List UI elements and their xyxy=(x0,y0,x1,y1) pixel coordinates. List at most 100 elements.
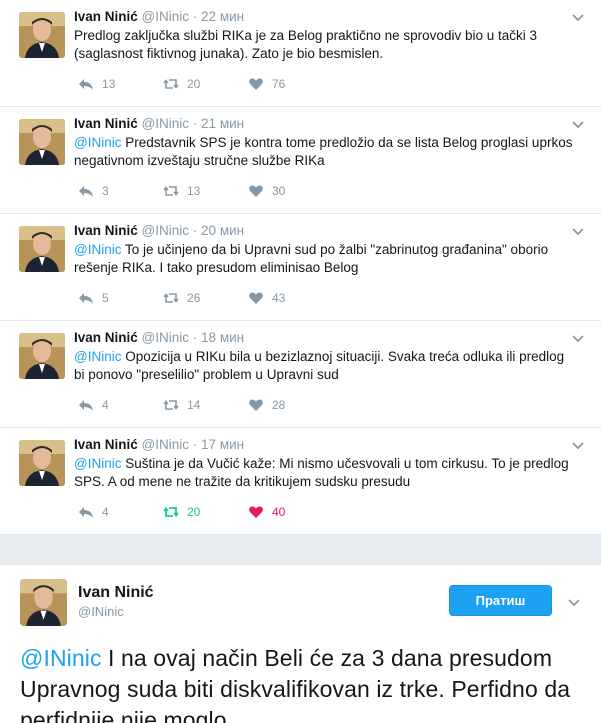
separator: · xyxy=(192,9,198,24)
tweet-body: Suština je da Vučić kaže: Mi nismo učesv… xyxy=(74,456,569,489)
tweet-text: @INinic To je učinjeno da bi Upravni sud… xyxy=(74,241,574,277)
reply-button[interactable]: 4 xyxy=(78,505,163,519)
reply-count: 4 xyxy=(102,398,109,412)
tweet[interactable]: Ivan Ninić @INinic · 21 мин @INinic Pred… xyxy=(0,107,601,214)
like-button[interactable]: 43 xyxy=(248,291,333,305)
like-count: 28 xyxy=(272,398,286,412)
mention-link[interactable]: @INinic xyxy=(74,135,121,150)
author-name[interactable]: Ivan Ninić xyxy=(74,116,138,131)
timestamp[interactable]: 20 мин xyxy=(201,223,244,238)
tweet-body: I na ovaj način Beli će za 3 dana presud… xyxy=(20,645,571,723)
timestamp[interactable]: 18 мин xyxy=(201,330,244,345)
chevron-down-icon[interactable] xyxy=(571,10,585,24)
reply-button[interactable]: 3 xyxy=(78,184,163,198)
chevron-down-icon[interactable] xyxy=(571,331,585,345)
tweet-body: Opozicija u RIKu bila u bezizlaznoj situ… xyxy=(74,349,565,382)
separator: · xyxy=(192,437,198,452)
chevron-down-icon[interactable] xyxy=(571,117,585,131)
reply-button[interactable]: 13 xyxy=(78,77,163,91)
retweet-count: 20 xyxy=(187,77,201,91)
like-button[interactable]: 40 xyxy=(248,505,333,519)
tweet-actions: 5 26 43 xyxy=(78,290,333,306)
tweet[interactable]: Ivan Ninić @INinic · 22 мин Predlog zakl… xyxy=(0,0,601,107)
reply-icon xyxy=(79,400,93,411)
tweet-header: Ivan Ninić @INinic · 21 мин xyxy=(74,115,601,133)
author-handle[interactable]: @INinic xyxy=(142,437,189,452)
avatar[interactable] xyxy=(19,440,65,486)
like-icon xyxy=(249,185,263,197)
like-count: 43 xyxy=(272,291,286,305)
retweet-button[interactable]: 20 xyxy=(163,77,248,91)
tweet-header: Ivan Ninić @INinic · 22 мин xyxy=(74,8,601,26)
reply-icon xyxy=(79,507,93,518)
tweet-header: Ivan Ninić @INinic · 18 мин xyxy=(74,329,601,347)
separator: · xyxy=(192,330,198,345)
reply-button[interactable]: 4 xyxy=(78,398,163,412)
tweet[interactable]: Ivan Ninić @INinic · 17 мин @INinic Sušt… xyxy=(0,428,601,535)
like-button[interactable]: 76 xyxy=(248,77,333,91)
author-name[interactable]: Ivan Ninić xyxy=(74,223,138,238)
mention-link[interactable]: @INinic xyxy=(74,456,121,471)
chevron-down-icon[interactable] xyxy=(571,438,585,452)
reply-icon xyxy=(79,293,93,304)
author-name[interactable]: Ivan Ninić xyxy=(78,583,154,603)
reply-count: 4 xyxy=(102,505,109,519)
author-name[interactable]: Ivan Ninić xyxy=(74,437,138,452)
like-count: 76 xyxy=(272,77,286,91)
tweet-body: Predlog zaključka službi RIKa je za Belo… xyxy=(74,28,537,61)
tweet[interactable]: Ivan Ninić @INinic · 18 мин @INinic Opoz… xyxy=(0,321,601,428)
tweet-actions: 3 13 30 xyxy=(78,183,333,199)
reply-button[interactable]: 5 xyxy=(78,291,163,305)
avatar[interactable] xyxy=(20,579,67,626)
author-block: Ivan Ninić @INinic xyxy=(78,583,154,621)
following-button[interactable]: Пратиш xyxy=(449,585,552,616)
author-handle[interactable]: @INinic xyxy=(142,116,189,131)
like-button[interactable]: 30 xyxy=(248,184,333,198)
mention-link[interactable]: @INinic xyxy=(74,349,121,364)
timestamp[interactable]: 22 мин xyxy=(201,9,244,24)
author-handle[interactable]: @INinic xyxy=(142,223,189,238)
reply-count: 5 xyxy=(102,291,109,305)
tweet-actions: 4 14 28 xyxy=(78,397,333,413)
timestamp[interactable]: 21 мин xyxy=(201,116,244,131)
avatar[interactable] xyxy=(19,226,65,272)
like-icon xyxy=(249,292,263,304)
retweet-icon xyxy=(163,186,179,196)
like-icon xyxy=(249,78,263,90)
retweet-icon xyxy=(163,400,179,410)
tweet-header: Ivan Ninić @INinic · 17 мин xyxy=(74,436,601,454)
avatar[interactable] xyxy=(19,12,65,58)
like-count: 30 xyxy=(272,184,286,198)
author-handle[interactable]: @INinic xyxy=(142,330,189,345)
author-handle[interactable]: @INinic xyxy=(78,603,154,621)
tweet-body: Predstavnik SPS je kontra tome predložio… xyxy=(74,135,573,168)
main-tweet[interactable]: Ivan Ninić @INinic Пратиш @INinic I na o… xyxy=(0,565,601,723)
author-handle[interactable]: @INinic xyxy=(142,9,189,24)
mention-link[interactable]: @INinic xyxy=(20,645,102,671)
like-button[interactable]: 28 xyxy=(248,398,333,412)
retweet-button[interactable]: 20 xyxy=(163,505,248,519)
like-count: 40 xyxy=(272,505,286,519)
chevron-down-icon[interactable] xyxy=(571,224,585,238)
avatar[interactable] xyxy=(19,333,65,379)
tweet[interactable]: Ivan Ninić @INinic · 20 мин @INinic To j… xyxy=(0,214,601,321)
author-name[interactable]: Ivan Ninić xyxy=(74,330,138,345)
author-name[interactable]: Ivan Ninić xyxy=(74,9,138,24)
tweet-thread: Ivan Ninić @INinic · 22 мин Predlog zakl… xyxy=(0,0,601,723)
timestamp[interactable]: 17 мин xyxy=(201,437,244,452)
retweet-button[interactable]: 14 xyxy=(163,398,248,412)
retweet-count: 26 xyxy=(187,291,201,305)
avatar[interactable] xyxy=(19,119,65,165)
tweet-text: @INinic I na ovaj način Beli će za 3 dan… xyxy=(20,643,590,723)
mention-link[interactable]: @INinic xyxy=(74,242,121,257)
tweet-text: @INinic Opozicija u RIKu bila u bezizlaz… xyxy=(74,348,574,384)
retweet-count: 20 xyxy=(187,505,201,519)
like-icon xyxy=(249,506,263,518)
reply-count: 3 xyxy=(102,184,109,198)
chevron-down-icon[interactable] xyxy=(567,595,581,609)
tweet-text: Predlog zaključka službi RIKa je za Belo… xyxy=(74,27,574,63)
retweet-button[interactable]: 26 xyxy=(163,291,248,305)
tweet-body: To je učinjeno da bi Upravni sud po žalb… xyxy=(74,242,549,275)
retweet-button[interactable]: 13 xyxy=(163,184,248,198)
separator: · xyxy=(192,223,198,238)
